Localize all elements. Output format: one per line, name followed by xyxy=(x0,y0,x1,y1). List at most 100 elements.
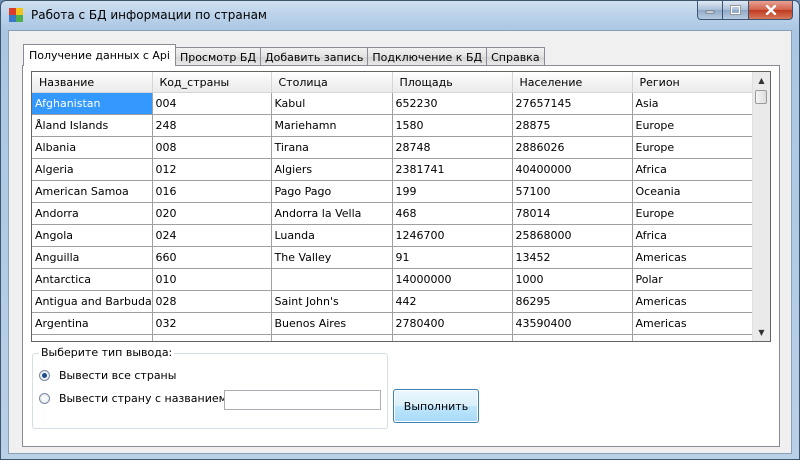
cell-code[interactable]: 012 xyxy=(152,158,272,181)
tab-db-connection[interactable]: Подключение к БД xyxy=(367,47,488,66)
cell-capital[interactable]: Saint John's xyxy=(271,290,393,313)
table-row[interactable]: Argentina 032 Buenos Aires 2780400 43590400 A… xyxy=(32,312,754,335)
countries-grid[interactable]: Название Код_страны Столица Площадь Насе… xyxy=(31,71,771,342)
cell-name[interactable]: Argentina xyxy=(32,312,153,335)
cell-population[interactable]: 1000 xyxy=(512,268,633,291)
radio-by-name-indicator[interactable] xyxy=(39,393,50,404)
cell-area[interactable]: 652230 xyxy=(392,92,513,115)
cell-population[interactable]: 57100 xyxy=(512,180,633,203)
cell-name[interactable]: Antigua and Barbuda xyxy=(32,290,153,313)
cell-name[interactable]: Åland Islands xyxy=(32,114,153,137)
cell-area[interactable] xyxy=(392,334,513,341)
column-header-region[interactable]: Регион xyxy=(632,72,754,93)
cell-capital[interactable]: Pago Pago xyxy=(271,180,393,203)
tab-help[interactable]: Справка xyxy=(486,47,545,66)
cell-code[interactable]: 010 xyxy=(152,268,272,291)
cell-area[interactable]: 2381741 xyxy=(392,158,513,181)
cell-region[interactable]: Europe xyxy=(632,202,754,225)
table-row[interactable]: Algeria 012 Algiers 2381741 40400000 Africa xyxy=(32,158,754,181)
cell-code[interactable]: 028 xyxy=(152,290,272,313)
cell-capital[interactable]: Tirana xyxy=(271,136,393,159)
cell-capital[interactable]: Andorra la Vella xyxy=(271,202,393,225)
table-row[interactable]: Andorra 020 Andorra la Vella 468 78014 Europe xyxy=(32,202,754,225)
minimize-button[interactable] xyxy=(697,1,723,20)
cell-region[interactable]: Americas xyxy=(632,290,754,313)
cell-capital[interactable] xyxy=(271,334,393,341)
column-header-population[interactable]: Население xyxy=(512,72,633,93)
cell-capital[interactable]: Algiers xyxy=(271,158,393,181)
cell-area[interactable]: 199 xyxy=(392,180,513,203)
cell-population[interactable] xyxy=(512,334,633,341)
cell-population[interactable]: 25868000 xyxy=(512,224,633,247)
execute-button[interactable]: Выполнить xyxy=(393,389,479,423)
cell-code[interactable]: 016 xyxy=(152,180,272,203)
cell-region[interactable]: Polar xyxy=(632,268,754,291)
maximize-button[interactable] xyxy=(723,1,749,20)
cell-region[interactable] xyxy=(632,334,754,341)
cell-code[interactable]: 032 xyxy=(152,312,272,335)
cell-area[interactable]: 1580 xyxy=(392,114,513,137)
cell-code[interactable]: 024 xyxy=(152,224,272,247)
column-header-name[interactable]: Название xyxy=(32,72,153,93)
scroll-up-button[interactable]: ▲ xyxy=(753,72,770,89)
column-header-capital[interactable]: Столица xyxy=(271,72,393,93)
close-button[interactable] xyxy=(749,1,793,20)
cell-capital[interactable]: Kabul xyxy=(271,92,393,115)
cell-name[interactable]: Andorra xyxy=(32,202,153,225)
cell-capital[interactable]: Luanda xyxy=(271,224,393,247)
country-name-input[interactable] xyxy=(224,390,381,410)
table-row[interactable]: American Samoa 016 Pago Pago 199 57100 Oceani… xyxy=(32,180,754,203)
table-row[interactable]: Afghanistan 004 Kabul 652230 27657145 Asia xyxy=(32,92,754,115)
column-header-area[interactable]: Площадь xyxy=(392,72,513,93)
table-row[interactable]: Åland Islands 248 Mariehamn 1580 28875 Europe xyxy=(32,114,754,137)
cell-capital[interactable]: The Valley xyxy=(271,246,393,269)
cell-area[interactable]: 468 xyxy=(392,202,513,225)
cell-population[interactable]: 2886026 xyxy=(512,136,633,159)
cell-name[interactable]: Afghanistan xyxy=(32,92,153,115)
cell-population[interactable]: 43590400 xyxy=(512,312,633,335)
cell-code[interactable]: 248 xyxy=(152,114,272,137)
cell-code[interactable]: 020 xyxy=(152,202,272,225)
cell-region[interactable]: Europe xyxy=(632,114,754,137)
cell-code[interactable]: 008 xyxy=(152,136,272,159)
cell-population[interactable]: 86295 xyxy=(512,290,633,313)
cell-region[interactable]: Asia xyxy=(632,92,754,115)
cell-capital[interactable] xyxy=(271,268,393,291)
cell-region[interactable]: Americas xyxy=(632,246,754,269)
tab-api[interactable]: Получение данных с Api xyxy=(23,44,176,66)
cell-name[interactable] xyxy=(32,334,153,341)
radio-all-label[interactable]: Вывести все страны xyxy=(59,369,176,382)
cell-region[interactable]: Europe xyxy=(632,136,754,159)
scroll-thumb[interactable] xyxy=(755,90,767,104)
cell-name[interactable]: Anguilla xyxy=(32,246,153,269)
cell-name[interactable]: Algeria xyxy=(32,158,153,181)
cell-population[interactable]: 28875 xyxy=(512,114,633,137)
cell-area[interactable]: 442 xyxy=(392,290,513,313)
column-header-code[interactable]: Код_страны xyxy=(152,72,272,93)
scroll-down-button[interactable]: ▼ xyxy=(753,324,770,341)
cell-name[interactable]: American Samoa xyxy=(32,180,153,203)
table-row[interactable] xyxy=(32,334,754,341)
cell-code[interactable] xyxy=(152,334,272,341)
cell-area[interactable]: 28748 xyxy=(392,136,513,159)
cell-region[interactable]: Oceania xyxy=(632,180,754,203)
cell-area[interactable]: 1246700 xyxy=(392,224,513,247)
cell-code[interactable]: 004 xyxy=(152,92,272,115)
cell-name[interactable]: Albania xyxy=(32,136,153,159)
table-row[interactable]: Anguilla 660 The Valley 91 13452 Americas xyxy=(32,246,754,269)
cell-name[interactable]: Antarctica xyxy=(32,268,153,291)
radio-all-countries[interactable]: Вывести все страны xyxy=(39,369,176,382)
table-row[interactable]: Angola 024 Luanda 1246700 25868000 Africa xyxy=(32,224,754,247)
radio-all-indicator[interactable] xyxy=(39,370,50,381)
title-bar[interactable]: Работа с БД информации по странам xyxy=(1,1,799,29)
cell-name[interactable]: Angola xyxy=(32,224,153,247)
cell-area[interactable]: 91 xyxy=(392,246,513,269)
cell-population[interactable]: 40400000 xyxy=(512,158,633,181)
cell-region[interactable]: Americas xyxy=(632,312,754,335)
cell-population[interactable]: 78014 xyxy=(512,202,633,225)
tab-view-db[interactable]: Просмотр БД xyxy=(174,47,262,66)
radio-country-by-name[interactable]: Вывести страну с названием: xyxy=(39,392,231,405)
cell-area[interactable]: 2780400 xyxy=(392,312,513,335)
cell-capital[interactable]: Mariehamn xyxy=(271,114,393,137)
cell-code[interactable]: 660 xyxy=(152,246,272,269)
